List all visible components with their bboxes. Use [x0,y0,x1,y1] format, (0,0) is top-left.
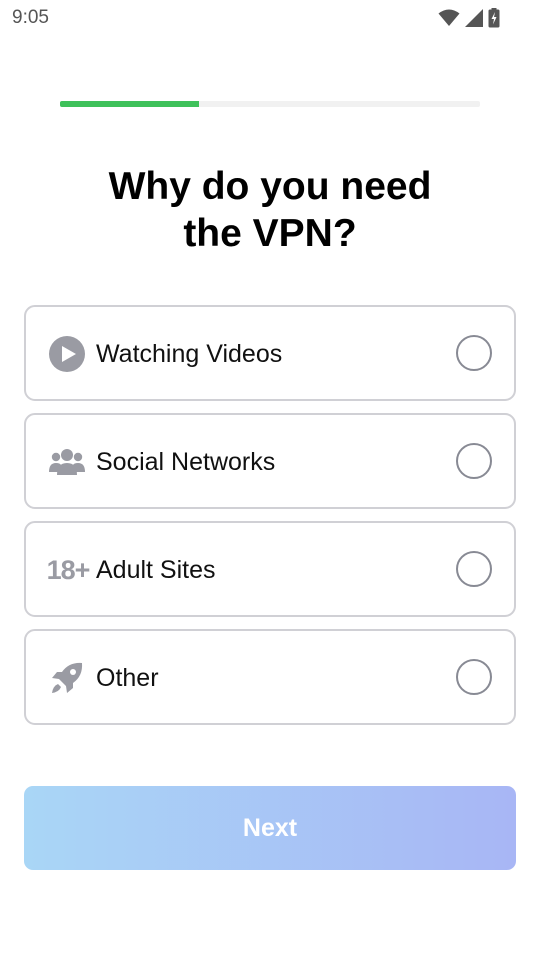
radio-button[interactable] [456,659,492,695]
option-label: Other [96,664,159,692]
radio-button[interactable] [456,551,492,587]
next-button[interactable]: Next [24,786,516,870]
battery-charging-icon [488,8,500,28]
page-title: Why do you need the VPN? [0,163,540,257]
people-icon [48,443,86,481]
title-line-2: the VPN? [183,212,357,255]
option-label: Adult Sites [96,556,216,584]
option-other[interactable]: Other [24,629,516,725]
play-icon [48,335,86,373]
title-line-1: Why do you need [108,165,432,208]
option-watching-videos[interactable]: Watching Videos [24,305,516,401]
option-label: Watching Videos [96,340,283,368]
progress-fill [60,101,199,107]
option-adult-sites[interactable]: 18+ Adult Sites [24,521,516,617]
eighteen-plus-icon: 18+ [46,551,91,589]
radio-button[interactable] [456,443,492,479]
status-time: 9:05 [12,7,49,28]
signal-icon [464,9,484,27]
status-bar: 9:05 [0,0,540,38]
option-label: Social Networks [96,448,276,476]
wifi-icon [438,9,460,27]
status-icons [438,8,500,28]
eighteen-plus-text: 18+ [46,554,91,585]
rocket-icon [48,659,86,697]
radio-button[interactable] [456,335,492,371]
option-social-networks[interactable]: Social Networks [24,413,516,509]
onboarding-progress-bar [60,101,480,107]
